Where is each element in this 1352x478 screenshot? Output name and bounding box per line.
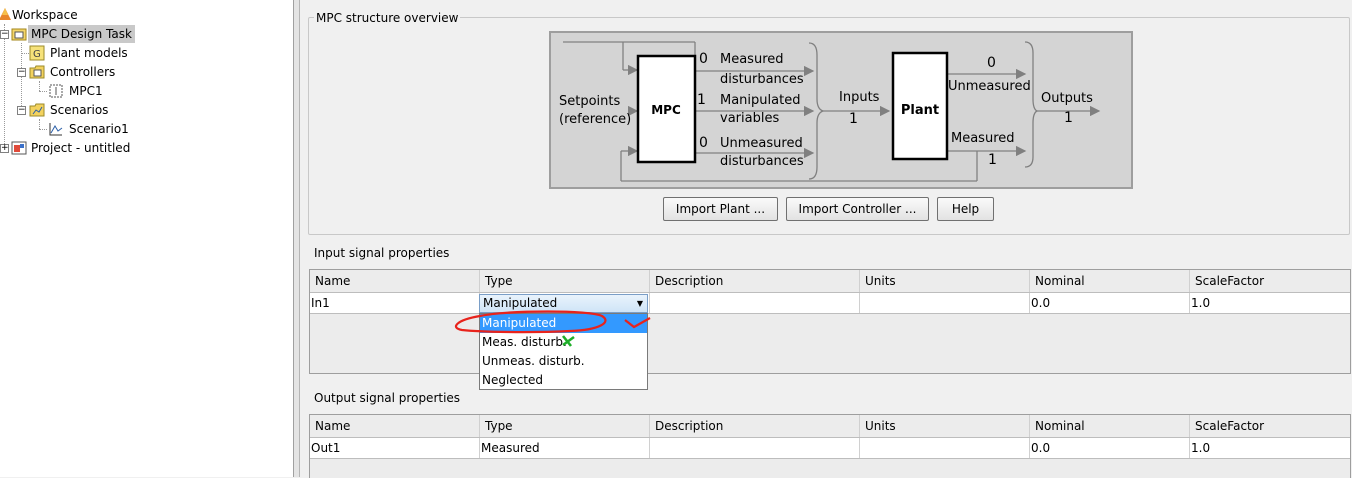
ud-label-1: Unmeasured xyxy=(720,136,803,151)
cell-units[interactable] xyxy=(860,293,1030,313)
mv-label-1: Manipulated xyxy=(720,93,800,108)
column-header[interactable]: Name xyxy=(310,415,480,437)
mv-count: 1 xyxy=(697,92,706,108)
column-header[interactable]: Units xyxy=(860,415,1030,437)
tree-item-project[interactable]: + Project - untitled xyxy=(0,139,160,157)
table-header: Name Type Description Units Nominal Scal… xyxy=(310,415,1350,438)
cell-type[interactable]: Measured xyxy=(480,438,650,458)
import-controller-button[interactable]: Import Controller ... xyxy=(786,197,929,221)
outputs-label: Outputs xyxy=(1041,91,1093,106)
output-signals-title: Output signal properties xyxy=(314,391,461,405)
output-signals-table[interactable]: Name Type Description Units Nominal Scal… xyxy=(309,414,1351,478)
collapse-toggle-icon[interactable]: − xyxy=(0,30,9,39)
annotation-overlay xyxy=(454,310,651,347)
column-header[interactable]: Nominal xyxy=(1030,270,1190,292)
cell-name[interactable]: Out1 xyxy=(310,438,480,458)
tree-item-workspace[interactable]: Workspace xyxy=(0,6,120,24)
table-empty-area xyxy=(310,459,1350,478)
tree-item-mpc1[interactable]: MPC1 xyxy=(0,82,140,100)
setpoints-label: Setpoints xyxy=(559,94,621,109)
cell-description[interactable] xyxy=(650,438,860,458)
plant-models-icon: G xyxy=(29,45,45,61)
tree-item-plant-models[interactable]: G Plant models xyxy=(0,44,140,62)
tree-item-scenario1[interactable]: Scenario1 xyxy=(0,120,140,138)
column-header[interactable]: Description xyxy=(650,270,860,292)
md-count: 0 xyxy=(699,51,708,67)
svg-text:G: G xyxy=(33,49,41,60)
cell-units[interactable] xyxy=(860,438,1030,458)
md-label-2: disturbances xyxy=(720,72,804,87)
measured-label: Measured xyxy=(951,131,1015,146)
project-tree[interactable]: Workspace − MPC Design Task G Plant mode… xyxy=(0,0,294,477)
mpc-label: MPC xyxy=(651,103,681,117)
unmeasured-label: Unmeasured xyxy=(948,79,1031,94)
column-header[interactable]: Description xyxy=(650,415,860,437)
table-row[interactable]: Out1 Measured 0.0 1.0 xyxy=(310,438,1350,459)
project-icon xyxy=(11,141,27,155)
green-x-annotation xyxy=(561,335,575,347)
ud-count: 0 xyxy=(699,135,708,151)
scenario-plot-icon xyxy=(49,123,63,136)
cell-scale-factor[interactable]: 1.0 xyxy=(1190,438,1350,458)
red-check-annotation xyxy=(624,317,651,329)
tree-item-label: Plant models xyxy=(50,46,128,60)
column-header[interactable]: Units xyxy=(860,270,1030,292)
option-unmeas-disturb[interactable]: Unmeas. disturb. xyxy=(480,352,647,371)
column-header[interactable]: Type xyxy=(480,415,650,437)
collapse-toggle-icon[interactable]: − xyxy=(17,106,26,115)
setpoints-sublabel: (reference) xyxy=(559,112,631,127)
column-header[interactable]: Name xyxy=(310,270,480,292)
mpc-structure-diagram: MPC Plant Setpoints (reference) 0 Measur… xyxy=(549,31,1133,189)
column-header[interactable]: Type xyxy=(480,270,650,292)
tree-item-label: Scenarios xyxy=(50,103,109,117)
cell-scale-factor[interactable]: 1.0 xyxy=(1190,293,1350,313)
column-header[interactable]: ScaleFactor xyxy=(1190,415,1350,437)
diagram-svg: MPC Plant Setpoints (reference) 0 Measur… xyxy=(559,41,1101,182)
tree-item-label: MPC Design Task xyxy=(28,25,135,43)
tree-item-controllers[interactable]: − Controllers xyxy=(0,63,140,81)
column-header[interactable]: ScaleFactor xyxy=(1190,270,1350,292)
tree-item-label: Scenario1 xyxy=(69,122,129,136)
tree-item-label: Project - untitled xyxy=(31,141,131,155)
ud-label-2: disturbances xyxy=(720,154,804,169)
overview-title: MPC structure overview xyxy=(314,11,461,25)
cell-nominal[interactable]: 0.0 xyxy=(1030,293,1190,313)
tree-item-label: Controllers xyxy=(50,65,116,79)
inputs-count: 1 xyxy=(849,111,858,127)
tree-item-mpc-design-task[interactable]: − MPC Design Task xyxy=(0,25,140,43)
collapse-toggle-icon[interactable]: − xyxy=(17,68,26,77)
unmeasured-count: 0 xyxy=(987,55,996,71)
md-label-1: Measured xyxy=(720,52,784,67)
scenarios-folder-icon xyxy=(29,103,45,117)
input-signals-title: Input signal properties xyxy=(314,246,450,260)
tree-item-label: MPC1 xyxy=(69,84,103,98)
mpc-task-icon xyxy=(11,28,27,41)
controller-icon xyxy=(49,84,63,98)
table-header: Name Type Description Units Nominal Scal… xyxy=(310,270,1350,293)
import-plant-button[interactable]: Import Plant ... xyxy=(663,197,778,221)
inputs-label: Inputs xyxy=(839,90,880,105)
tree-item-label: Workspace xyxy=(12,8,78,22)
measured-count: 1 xyxy=(988,152,997,168)
mv-label-2: variables xyxy=(720,111,779,126)
expand-toggle-icon[interactable]: + xyxy=(0,144,9,153)
red-circle-annotation xyxy=(454,310,607,334)
option-neglected[interactable]: Neglected xyxy=(480,371,647,390)
cell-nominal[interactable]: 0.0 xyxy=(1030,438,1190,458)
pane-splitter[interactable] xyxy=(294,0,300,477)
column-header[interactable]: Nominal xyxy=(1030,415,1190,437)
cell-description[interactable] xyxy=(650,293,860,313)
controllers-folder-icon xyxy=(29,65,45,79)
plant-label: Plant xyxy=(901,103,939,118)
tree-item-scenarios[interactable]: − Scenarios xyxy=(0,101,140,119)
outputs-count: 1 xyxy=(1064,110,1073,126)
help-button[interactable]: Help xyxy=(937,197,994,221)
